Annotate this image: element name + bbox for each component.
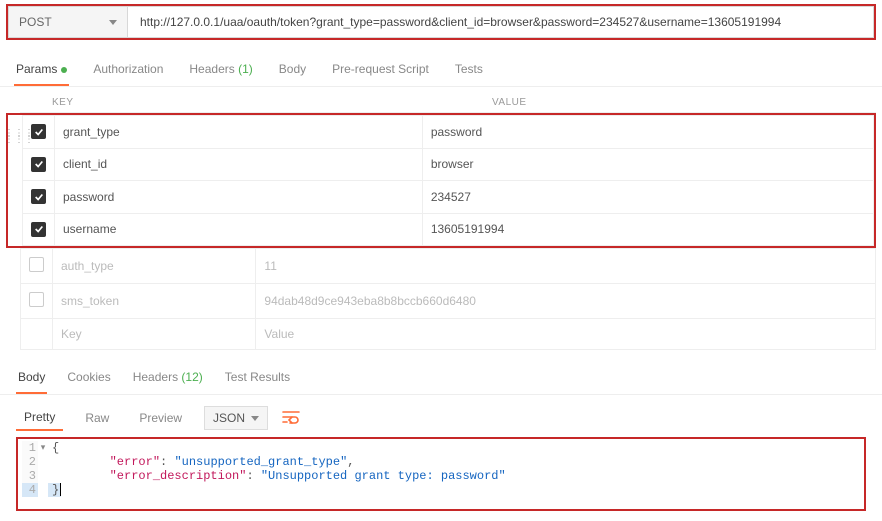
view-preview[interactable]: Preview xyxy=(131,406,190,430)
chevron-down-icon xyxy=(109,20,117,25)
param-checkbox[interactable] xyxy=(31,189,46,204)
resp-tab-test-results[interactable]: Test Results xyxy=(223,366,292,394)
param-value[interactable]: 94dab48d9ce943eba8b8bccb660d6480 xyxy=(256,284,876,319)
param-row-disabled[interactable]: auth_type11 xyxy=(21,249,876,284)
param-row[interactable]: username13605191994 xyxy=(23,213,874,246)
param-key[interactable]: password xyxy=(55,181,423,214)
tab-tests[interactable]: Tests xyxy=(453,56,485,86)
response-tabs: Body Cookies Headers (12) Test Results xyxy=(0,350,882,395)
http-method-label: POST xyxy=(19,15,52,29)
view-raw[interactable]: Raw xyxy=(77,406,117,430)
json-line-1: { xyxy=(48,441,59,455)
param-checkbox[interactable] xyxy=(31,222,46,237)
request-tabs: Params Authorization Headers (1) Body Pr… xyxy=(0,50,882,87)
json-line-2: "error": "unsupported_grant_type", xyxy=(48,455,354,469)
request-row: POST xyxy=(6,4,876,40)
http-method-select[interactable]: POST xyxy=(8,6,128,38)
param-key[interactable]: auth_type xyxy=(53,249,256,284)
tab-params[interactable]: Params xyxy=(14,56,69,86)
json-line-4: } xyxy=(48,483,61,497)
param-key[interactable]: sms_token xyxy=(53,284,256,319)
url-input[interactable] xyxy=(128,6,874,38)
param-value[interactable]: browser xyxy=(422,148,873,181)
param-checkbox[interactable] xyxy=(29,292,44,307)
param-checkbox[interactable] xyxy=(29,257,44,272)
tab-prerequest[interactable]: Pre-request Script xyxy=(330,56,431,86)
param-value[interactable]: 234527 xyxy=(422,181,873,214)
chevron-down-icon xyxy=(251,416,259,421)
param-value[interactable]: 13605191994 xyxy=(422,213,873,246)
view-pretty[interactable]: Pretty xyxy=(16,405,63,431)
param-value-placeholder[interactable]: Value xyxy=(256,319,876,350)
param-key-placeholder[interactable]: Key xyxy=(53,319,256,350)
tab-authorization[interactable]: Authorization xyxy=(91,56,165,86)
wrap-lines-icon[interactable] xyxy=(282,410,300,427)
resp-tab-cookies[interactable]: Cookies xyxy=(65,366,112,394)
text-caret xyxy=(60,483,61,496)
params-table: KEY VALUE xyxy=(20,93,876,113)
param-row[interactable]: grant_typepassword xyxy=(23,116,874,149)
resp-tab-headers[interactable]: Headers (12) xyxy=(131,366,205,394)
params-rows-table: grant_typepasswordclient_idbrowserpasswo… xyxy=(22,115,874,246)
param-key[interactable]: username xyxy=(55,213,423,246)
params-head-key: KEY xyxy=(44,93,484,113)
param-checkbox[interactable] xyxy=(31,157,46,172)
body-format-select[interactable]: JSON xyxy=(204,406,268,430)
param-value[interactable]: password xyxy=(422,116,873,149)
params-head-value: VALUE xyxy=(484,93,876,113)
tab-body[interactable]: Body xyxy=(277,56,308,86)
param-value[interactable]: 11 xyxy=(256,249,876,284)
param-placeholder-row[interactable]: Key Value xyxy=(21,319,876,350)
params-disabled-table: auth_type11sms_token94dab48d9ce943eba8b8… xyxy=(20,248,876,350)
json-line-3: "error_description": "Unsupported grant … xyxy=(48,469,506,483)
response-body[interactable]: 1▾{ 2 "error": "unsupported_grant_type",… xyxy=(16,437,866,511)
param-row[interactable]: client_idbrowser xyxy=(23,148,874,181)
param-row[interactable]: password234527 xyxy=(23,181,874,214)
response-view-bar: Pretty Raw Preview JSON xyxy=(0,395,882,437)
param-key[interactable]: client_id xyxy=(55,148,423,181)
param-row-disabled[interactable]: sms_token94dab48d9ce943eba8b8bccb660d648… xyxy=(21,284,876,319)
param-key[interactable]: grant_type xyxy=(55,116,423,149)
params-panel: KEY VALUE ⋮⋮⋮⋮⋮⋮ grant_typepasswordclien… xyxy=(6,93,876,350)
tab-headers[interactable]: Headers (1) xyxy=(187,56,254,86)
params-head: KEY VALUE xyxy=(20,93,876,113)
resp-tab-body[interactable]: Body xyxy=(16,366,47,394)
params-indicator-dot xyxy=(61,67,67,73)
drag-grip-icon: ⋮⋮⋮⋮⋮⋮ xyxy=(4,131,34,143)
